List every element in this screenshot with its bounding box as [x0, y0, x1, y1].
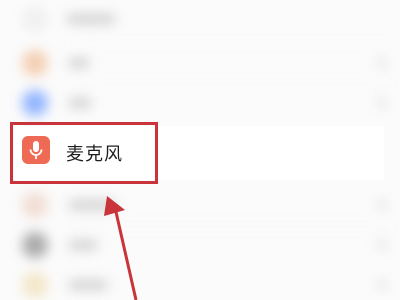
pointer-arrow [104, 196, 138, 300]
app-screen: 麦克风 [0, 0, 400, 300]
